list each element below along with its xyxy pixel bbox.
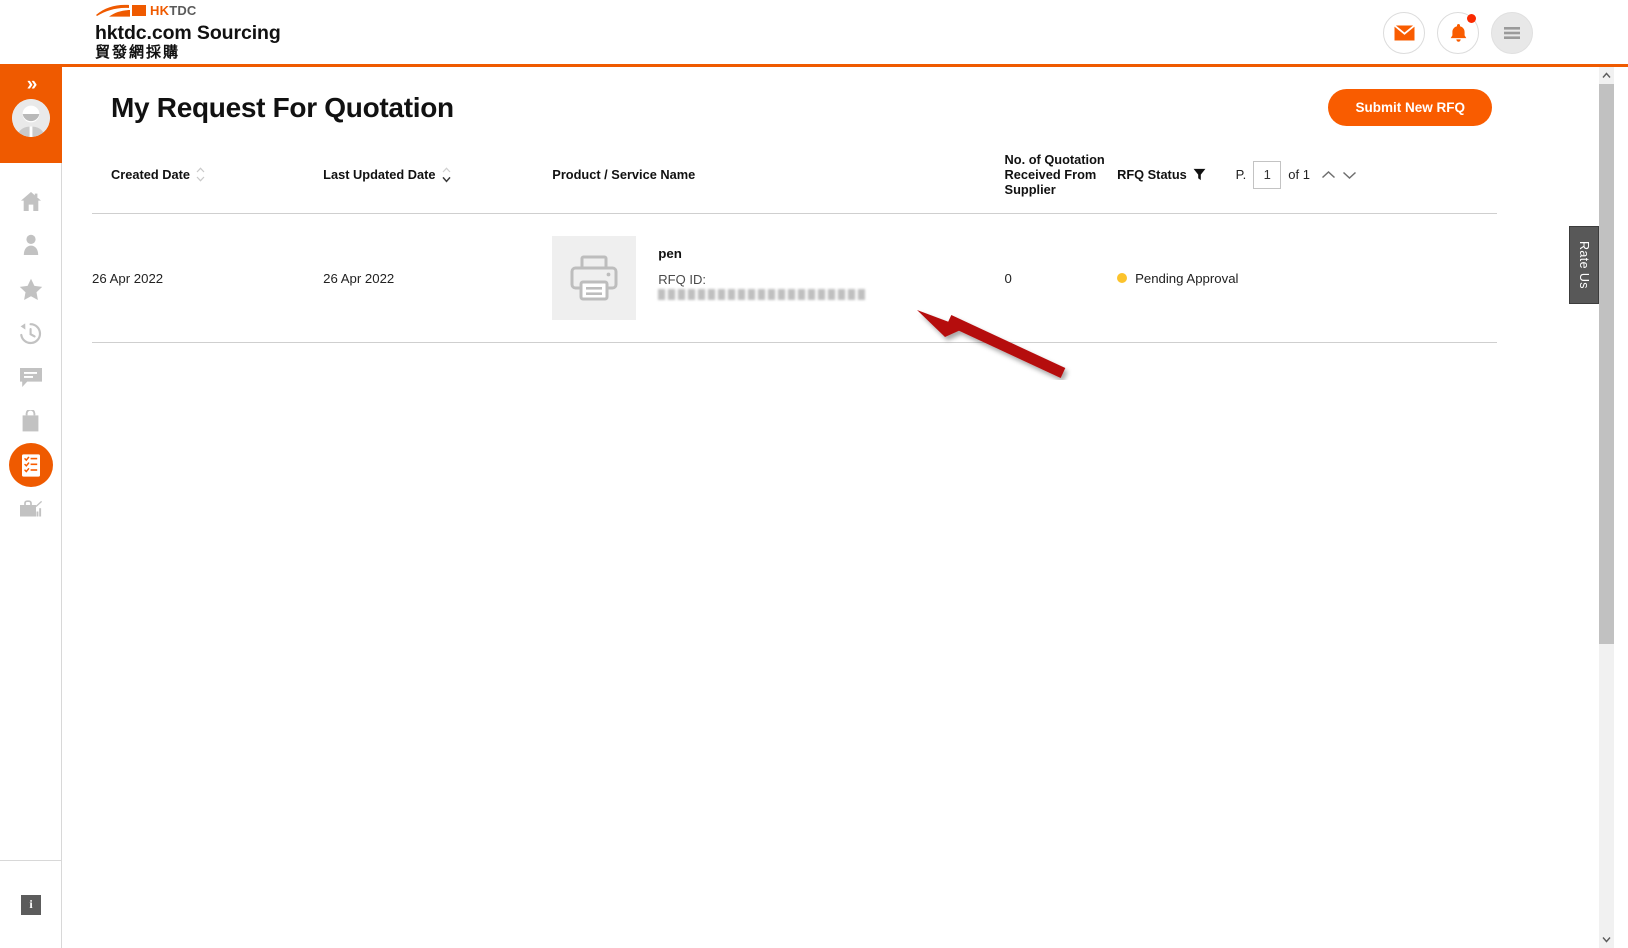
submit-new-rfq-button[interactable]: Submit New RFQ [1328, 89, 1492, 126]
product-text-block: pen RFQ ID: [658, 236, 865, 300]
chevron-up-icon [196, 167, 205, 173]
page-title: My Request For Quotation [111, 92, 454, 124]
cell-row-actions [1236, 214, 1497, 343]
page-up-chevron-icon[interactable] [1321, 170, 1336, 180]
cell-created-date: 26 Apr 2022 [92, 214, 323, 343]
sidebar-item-history[interactable] [9, 311, 53, 355]
notification-badge-dot [1467, 14, 1476, 23]
sidebar-footer: i [0, 860, 62, 948]
top-header-bar: HKTDC hktdc.com Sourcing 貿發網採購 [0, 0, 1628, 67]
table-header: Created Date Last Updated Date [92, 144, 1497, 214]
logo-tdc-text: TDC [169, 3, 196, 18]
hamburger-menu-button[interactable] [1491, 12, 1533, 54]
sidebar-profile-header[interactable]: » [0, 67, 62, 163]
briefcase-chart-icon [19, 499, 43, 519]
rate-us-tab[interactable]: Rate Us [1569, 226, 1599, 304]
main-content: My Request For Quotation Submit New RFQ … [62, 67, 1546, 948]
pagination-page-input[interactable] [1253, 161, 1281, 189]
home-icon [20, 191, 42, 212]
hamburger-menu-icon [1503, 26, 1521, 40]
column-header-quotations-received: No. of Quotation Received From Supplier [1005, 144, 1118, 214]
pagination-prefix: P. [1236, 167, 1247, 182]
shopping-bag-icon [21, 410, 40, 432]
sidebar-item-messages[interactable] [9, 355, 53, 399]
chevron-up-icon [442, 167, 451, 173]
hktdc-swoosh-icon [95, 4, 147, 18]
column-label-rfq-status: RFQ Status [1117, 167, 1187, 182]
history-clock-icon [19, 322, 42, 345]
rfq-table-container: Created Date Last Updated Date [62, 144, 1546, 343]
pagination-control: P. of 1 [1236, 161, 1497, 189]
site-logo[interactable]: HKTDC hktdc.com Sourcing 貿發網採購 [95, 3, 425, 62]
product-info: pen RFQ ID: [552, 236, 1004, 320]
scrollbar-up-button[interactable] [1599, 67, 1614, 84]
rfq-table: Created Date Last Updated Date [92, 144, 1497, 343]
product-thumbnail [552, 236, 636, 320]
chevron-down-icon [442, 176, 451, 183]
table-body: 26 Apr 2022 26 Apr 2022 [92, 214, 1497, 343]
product-name: pen [658, 246, 865, 261]
logo-mark: HKTDC [95, 3, 425, 19]
sidebar-item-home[interactable] [9, 179, 53, 223]
column-label-last-updated-date: Last Updated Date [323, 167, 435, 182]
chevron-down-icon [1602, 936, 1611, 943]
sidebar-item-rfq-list[interactable] [9, 443, 53, 487]
page-down-chevron-icon[interactable] [1342, 170, 1357, 180]
cell-product: pen RFQ ID: [552, 214, 1004, 343]
column-header-rfq-status[interactable]: RFQ Status [1117, 144, 1236, 214]
logo-hktdc-wordmark: HKTDC [150, 4, 197, 18]
sort-toggle-last-updated-date[interactable] [442, 167, 451, 183]
column-header-pagination: P. of 1 [1236, 144, 1497, 214]
header-icon-group [1383, 12, 1533, 54]
cell-rfq-status: Pending Approval [1117, 214, 1236, 343]
left-sidebar: » [0, 67, 62, 948]
column-header-last-updated-date[interactable]: Last Updated Date [323, 144, 552, 214]
column-label-product-service-name: Product / Service Name [552, 167, 695, 182]
page-header: My Request For Quotation Submit New RFQ [62, 67, 1546, 126]
pagination-arrows [1321, 170, 1357, 180]
person-icon [23, 234, 39, 256]
mail-button[interactable] [1383, 12, 1425, 54]
filter-funnel-icon[interactable] [1193, 168, 1206, 181]
checklist-clipboard-icon [20, 453, 42, 478]
sidebar-item-business-reports[interactable] [9, 487, 53, 531]
scrollbar-thumb[interactable] [1599, 84, 1614, 644]
star-icon [19, 278, 43, 301]
printer-icon [569, 254, 619, 302]
rfq-id-label: RFQ ID: [658, 272, 865, 287]
column-header-product-service-name: Product / Service Name [552, 144, 1004, 214]
bell-icon [1449, 23, 1468, 43]
chevron-up-icon [1602, 72, 1611, 79]
status-badge: Pending Approval [1117, 271, 1236, 286]
chat-bubble-icon [19, 367, 43, 388]
chevron-down-icon [196, 176, 205, 182]
cell-last-updated-date: 26 Apr 2022 [323, 214, 552, 343]
right-rail: Rate Us [1546, 67, 1628, 948]
status-label: Pending Approval [1135, 271, 1238, 286]
avatar-icon [12, 99, 50, 137]
logo-hk-text: HK [150, 3, 169, 18]
table-header-row: Created Date Last Updated Date [92, 144, 1497, 214]
sidebar-item-favourites[interactable] [9, 267, 53, 311]
column-label-created-date: Created Date [111, 167, 190, 182]
rfq-id-value-redacted [658, 289, 865, 300]
sidebar-item-profile[interactable] [9, 223, 53, 267]
cell-quotations-received: 0 [1005, 214, 1118, 343]
column-label-quotations-received: No. of Quotation Received From Supplier [1005, 152, 1105, 197]
scrollbar-down-button[interactable] [1599, 931, 1614, 948]
status-dot-icon [1117, 273, 1127, 283]
column-header-created-date[interactable]: Created Date [92, 144, 323, 214]
sidebar-nav-list [0, 163, 61, 531]
mail-icon [1394, 25, 1415, 41]
logo-subtitle-chinese: 貿發網採購 [95, 44, 425, 62]
sort-toggle-created-date[interactable] [196, 167, 205, 182]
table-row[interactable]: 26 Apr 2022 26 Apr 2022 [92, 214, 1497, 343]
logo-title: hktdc.com Sourcing [95, 22, 425, 44]
avatar[interactable] [12, 99, 50, 137]
notifications-button[interactable] [1437, 12, 1479, 54]
sidebar-item-orders[interactable] [9, 399, 53, 443]
info-button[interactable]: i [21, 895, 41, 915]
sidebar-expand-icon[interactable]: » [27, 76, 36, 94]
pagination-total: of 1 [1288, 167, 1310, 182]
